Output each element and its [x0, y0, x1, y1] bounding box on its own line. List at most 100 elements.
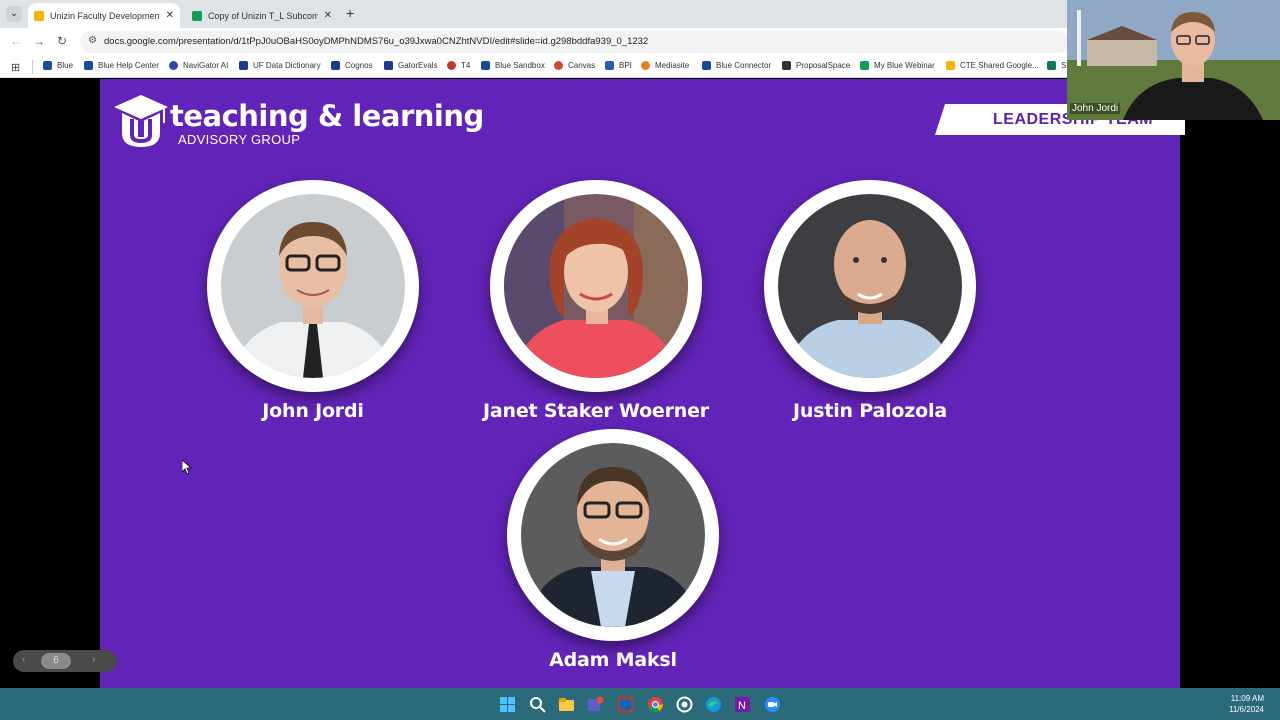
close-tab-icon[interactable]: ✕: [324, 10, 332, 21]
member-portrait: [490, 180, 702, 392]
bookmark-label: Blue Sandbox: [495, 61, 545, 70]
onenote-icon[interactable]: N: [734, 696, 751, 713]
portrait-photo: [521, 443, 705, 627]
logo-title: teaching & learning: [170, 99, 484, 133]
bookmark-gatorevals[interactable]: GatorEvals: [384, 61, 438, 70]
bookmark-label: T4: [461, 61, 471, 70]
bookmark-favicon-icon: [481, 61, 490, 70]
apps-grid-icon[interactable]: ⊞: [11, 61, 20, 74]
search-icon[interactable]: [529, 696, 546, 713]
new-tab-button[interactable]: +: [346, 5, 354, 21]
tab-unizin-faculty-development[interactable]: Unizin Faculty Development Su ✕: [28, 3, 180, 28]
back-arrow-icon[interactable]: ←: [10, 34, 22, 48]
url-field[interactable]: ⚙ docs.google.com/presentation/d/1tPpJ0u…: [80, 31, 1070, 53]
bookmark-label: S: [1061, 61, 1067, 70]
bookmark-favicon-icon: [84, 61, 93, 70]
bookmark-favicon-icon: [169, 61, 178, 70]
member-name: Justin Palozola: [793, 400, 947, 422]
team-member-card: John Jordi: [183, 180, 443, 422]
bookmark-proposalspace[interactable]: ProposalSpace: [782, 61, 850, 70]
member-name: Adam Maksl: [549, 649, 677, 671]
bookmark-cognos[interactable]: Cognos: [331, 61, 373, 70]
google-sheets-icon: [192, 10, 202, 21]
bookmark-label: Mediasite: [655, 61, 690, 70]
system-clock[interactable]: 11:09 AM 11/6/2024: [1229, 693, 1264, 715]
logo-subtitle: ADVISORY GROUP: [178, 132, 301, 147]
portrait-photo: [221, 194, 405, 378]
webcam-video-tile: John Jordi: [1067, 0, 1280, 120]
teams-icon[interactable]: [587, 696, 604, 713]
tab-copy-of-unizin[interactable]: Copy of Unizin T_L Subcommitt ✕: [186, 3, 338, 28]
graduation-cap-logo-icon: [114, 95, 168, 147]
bookmark-favicon-icon: [43, 61, 52, 70]
bookmark-blue-help-center[interactable]: Blue Help Center: [84, 61, 159, 70]
bookmark-s[interactable]: S: [1047, 61, 1066, 70]
webcam-participant-name: John Jordi: [1070, 103, 1121, 114]
bookmark-favicon-icon: [702, 61, 711, 70]
zoom-icon[interactable]: [764, 696, 781, 713]
reload-icon[interactable]: ↻: [57, 34, 67, 48]
bookmark-label: Blue: [57, 61, 74, 70]
team-member-card: Janet Staker Woerner: [466, 180, 726, 422]
presentation-right-margin: [1180, 79, 1280, 688]
bookmark-favicon-icon: [331, 61, 340, 70]
member-name: John Jordi: [262, 400, 364, 422]
bookmark-label: GatorEvals: [398, 61, 438, 70]
bookmarks-divider: [32, 60, 33, 74]
bookmark-label: ProposalSpace: [796, 61, 851, 70]
close-tab-icon[interactable]: ✕: [166, 10, 174, 21]
url-text: docs.google.com/presentation/d/1tPpJ0uOB…: [104, 36, 649, 47]
bookmark-favicon-icon: [946, 61, 955, 70]
bookmark-cte-shared-google[interactable]: CTE Shared Google...: [946, 61, 1039, 70]
bookmark-favicon-icon: [782, 61, 791, 70]
bookmark-label: Blue Connector: [716, 61, 772, 70]
bookmark-uf-data-dictionary[interactable]: UF Data Dictionary: [239, 61, 321, 70]
bookmark-bpi[interactable]: BPI: [605, 61, 632, 70]
bookmark-favicon-icon: [239, 61, 248, 70]
bookmark-navigator-ai[interactable]: NaviGator AI: [169, 61, 228, 70]
bookmark-label: UF Data Dictionary: [253, 61, 321, 70]
next-slide-button[interactable]: ›: [92, 654, 95, 665]
presentation-left-margin: [0, 79, 100, 688]
bookmark-blue[interactable]: Blue: [43, 61, 73, 70]
bookmark-label: Canvas: [568, 61, 596, 70]
team-member-card: Justin Palozola: [740, 180, 1000, 422]
site-info-icon[interactable]: ⚙: [88, 35, 97, 46]
bookmark-blue-connector[interactable]: Blue Connector: [702, 61, 771, 70]
bookmark-my-blue-webinar[interactable]: My Blue Webinar: [860, 61, 935, 70]
outlook-icon[interactable]: [617, 696, 634, 713]
bookmark-favicon-icon: [447, 61, 456, 70]
bookmark-canvas[interactable]: Canvas: [554, 61, 595, 70]
portrait-photo: [504, 194, 688, 378]
member-name: Janet Staker Woerner: [483, 400, 709, 422]
bookmark-favicon-icon: [860, 61, 869, 70]
app-circle-icon[interactable]: [676, 696, 693, 713]
bookmark-mediasite[interactable]: Mediasite: [641, 61, 689, 70]
tab-title: Unizin Faculty Development Su: [50, 10, 160, 21]
bookmark-label: My Blue Webinar: [874, 61, 935, 70]
tab-search-chevron-icon[interactable]: ⌄: [6, 6, 22, 22]
previous-slide-button[interactable]: ‹: [22, 654, 25, 665]
clock-date: 11/6/2024: [1229, 705, 1264, 714]
bookmark-t4[interactable]: T4: [447, 61, 470, 70]
bookmark-favicon-icon: [605, 61, 614, 70]
bookmark-blue-sandbox[interactable]: Blue Sandbox: [481, 61, 545, 70]
windows-taskbar: N 11:09 AM 11/6/2024: [0, 688, 1280, 720]
bookmark-label: Cognos: [345, 61, 373, 70]
chrome-icon[interactable]: [647, 696, 664, 713]
bookmark-favicon-icon: [384, 61, 393, 70]
windows-start-icon[interactable]: [499, 696, 516, 713]
presentation-slide: teaching & learning ADVISORY GROUP LEADE…: [100, 79, 1185, 688]
forward-arrow-icon[interactable]: →: [33, 34, 45, 48]
bookmark-favicon-icon: [1047, 61, 1056, 70]
webcam-video-feed: [1067, 0, 1280, 120]
slide-navigator: ‹ 6 ›: [13, 650, 117, 672]
bookmark-label: BPI: [619, 61, 632, 70]
clock-time: 11:09 AM: [1230, 694, 1264, 703]
bookmark-favicon-icon: [554, 61, 563, 70]
bookmark-label: NaviGator AI: [183, 61, 229, 70]
edge-icon[interactable]: [705, 696, 722, 713]
file-explorer-icon[interactable]: [558, 696, 575, 713]
team-member-card: Adam Maksl: [483, 429, 743, 671]
slide-number: 6: [41, 653, 71, 669]
